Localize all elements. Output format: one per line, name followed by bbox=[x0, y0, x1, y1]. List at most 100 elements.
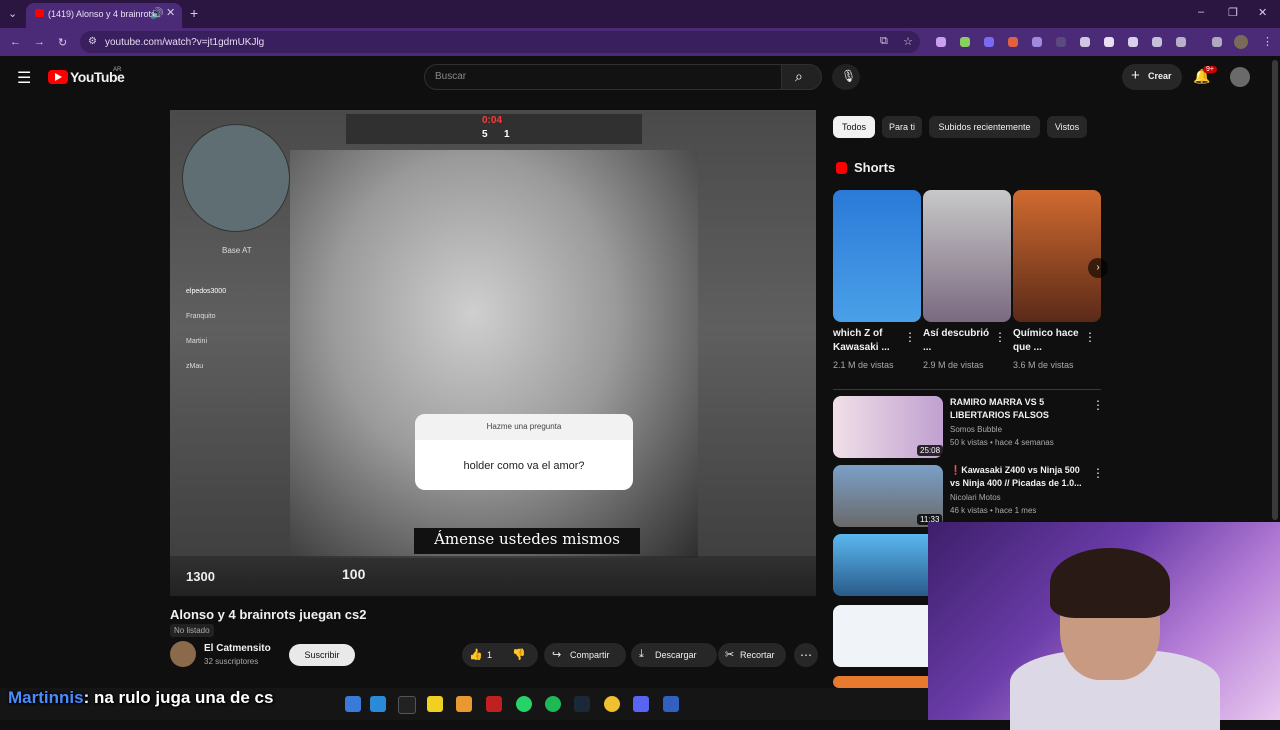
channel-name[interactable]: Somos Bubble bbox=[950, 425, 1002, 434]
video-title[interactable]: RAMIRO MARRA VS 5 LIBERTARIOS FALSOS bbox=[950, 396, 1086, 422]
plus-icon: + bbox=[1131, 67, 1140, 84]
extension-icon[interactable] bbox=[984, 37, 994, 47]
taskbar-app-icon[interactable] bbox=[345, 696, 361, 712]
site-info-icon[interactable]: ⚙ bbox=[88, 36, 97, 47]
account-avatar[interactable] bbox=[1230, 67, 1250, 87]
extension-icon[interactable] bbox=[936, 37, 946, 47]
share-label: Compartir bbox=[570, 650, 610, 660]
minimize-icon[interactable]: – bbox=[1198, 6, 1204, 18]
extension-icon[interactable] bbox=[1152, 37, 1162, 47]
channel-name[interactable]: El Catmensito bbox=[204, 643, 271, 654]
score-left: 5 bbox=[482, 129, 488, 140]
chat-username: Martinnis bbox=[8, 688, 84, 707]
video-meta: 50 k vistas • hace 4 semanas bbox=[950, 438, 1054, 447]
reload-icon[interactable]: ↻ bbox=[58, 36, 67, 49]
steam-icon[interactable] bbox=[574, 696, 590, 712]
reading-list-icon[interactable] bbox=[1212, 37, 1222, 47]
bookmark-star-icon[interactable]: ☆ bbox=[903, 35, 913, 48]
spotify-icon[interactable] bbox=[545, 696, 561, 712]
player-name: zMau bbox=[186, 363, 204, 370]
video-menu-icon[interactable]: ⋮ bbox=[1092, 466, 1104, 480]
video-thumbnail[interactable] bbox=[833, 534, 943, 596]
chrome-icon[interactable] bbox=[604, 696, 620, 712]
short-title[interactable]: which Z of Kawasaki ... bbox=[833, 327, 901, 355]
portrait-photo bbox=[290, 150, 698, 558]
extension-icon[interactable] bbox=[1080, 37, 1090, 47]
game-minimap bbox=[182, 124, 290, 232]
short-thumbnail[interactable] bbox=[923, 190, 1011, 322]
taskbar-app-icon[interactable] bbox=[456, 696, 472, 712]
chip-recent[interactable]: Subidos recientemente bbox=[929, 116, 1040, 138]
puzzle-icon[interactable] bbox=[1176, 37, 1186, 47]
youtube-favicon-icon bbox=[35, 9, 44, 17]
extension-icon[interactable] bbox=[1008, 37, 1018, 47]
short-menu-icon[interactable]: ⋮ bbox=[994, 330, 1006, 344]
back-icon[interactable]: ← bbox=[10, 36, 21, 48]
game-hud: 1300 100 bbox=[170, 556, 816, 596]
chip-todos[interactable]: Todos bbox=[833, 116, 875, 138]
shield-icon[interactable] bbox=[1104, 37, 1114, 47]
whatsapp-icon[interactable] bbox=[516, 696, 532, 712]
scissors-icon: ✂ bbox=[725, 649, 735, 661]
menu-kebab-icon[interactable]: ⋮ bbox=[1262, 35, 1273, 48]
search-button[interactable]: ⌕ bbox=[781, 64, 822, 90]
video-thumbnail[interactable] bbox=[833, 676, 943, 688]
shorts-next-button[interactable]: › bbox=[1088, 258, 1108, 278]
player-name: elpedos3000 bbox=[186, 288, 227, 295]
minimap-label: Base AT bbox=[222, 246, 252, 255]
video-player[interactable]: Base AT elpedos3000 Franquito Martini zM… bbox=[170, 110, 816, 596]
tab-search-icon[interactable]: ⌄ bbox=[8, 7, 17, 20]
forward-icon[interactable]: → bbox=[34, 36, 45, 48]
extension-icon[interactable] bbox=[960, 37, 970, 47]
video-menu-icon[interactable]: ⋮ bbox=[1092, 398, 1104, 412]
subscriber-count: 32 suscriptores bbox=[204, 657, 259, 666]
search-input[interactable]: Buscar bbox=[424, 64, 783, 90]
round-timer: 0:04 bbox=[482, 115, 503, 126]
thumbs-down-icon[interactable]: 👎 bbox=[512, 648, 526, 661]
voice-search-button[interactable]: 🎙 bbox=[832, 64, 860, 90]
extension-icon[interactable] bbox=[1128, 37, 1138, 47]
video-thumbnail[interactable] bbox=[833, 605, 943, 667]
discord-icon[interactable] bbox=[633, 696, 649, 712]
extension-icon[interactable] bbox=[1032, 37, 1042, 47]
channel-name[interactable]: Nicolari Motos bbox=[950, 493, 1001, 502]
terminal-icon[interactable] bbox=[398, 696, 416, 714]
youtube-logo-icon[interactable] bbox=[48, 70, 68, 84]
chip-para-ti[interactable]: Para ti bbox=[882, 116, 922, 138]
hamburger-menu-icon[interactable]: ☰ bbox=[17, 68, 31, 88]
microphone-icon: 🎙 bbox=[841, 69, 857, 83]
cast-icon[interactable]: ⧉ bbox=[880, 35, 888, 48]
close-tab-icon[interactable]: ✕ bbox=[166, 6, 175, 19]
health-value: 100 bbox=[342, 566, 366, 582]
url-text[interactable]: youtube.com/watch?v=jt1gdmUKJlg bbox=[105, 37, 264, 48]
download-label: Descargar bbox=[655, 650, 697, 660]
profile-avatar[interactable] bbox=[1234, 35, 1248, 49]
video-title[interactable]: ❗Kawasaki Z400 vs Ninja 500 vs Ninja 400… bbox=[950, 464, 1086, 490]
country-code: AR bbox=[113, 67, 122, 73]
short-title[interactable]: Químico hace que ... bbox=[1013, 327, 1081, 355]
browser-tab-bar: ⌄ (1419) Alonso y 4 brainrots 🔊 ✕ + – ❐ … bbox=[0, 0, 1280, 28]
short-menu-icon[interactable]: ⋮ bbox=[904, 330, 916, 344]
page-scrollbar[interactable] bbox=[1272, 60, 1278, 520]
close-window-icon[interactable]: ✕ bbox=[1258, 6, 1267, 19]
new-tab-icon[interactable]: + bbox=[190, 5, 198, 21]
short-menu-icon[interactable]: ⋮ bbox=[1084, 330, 1096, 344]
channel-avatar[interactable] bbox=[170, 641, 196, 667]
chip-vistos[interactable]: Vistos bbox=[1047, 116, 1087, 138]
taskbar-app-icon[interactable] bbox=[663, 696, 679, 712]
question-text: holder como va el amor? bbox=[463, 460, 585, 472]
short-thumbnail[interactable] bbox=[1013, 190, 1101, 322]
extension-icon[interactable] bbox=[1056, 37, 1066, 47]
short-title[interactable]: Así descubrió ... bbox=[923, 327, 991, 355]
maximize-icon[interactable]: ❐ bbox=[1228, 6, 1238, 19]
audio-playing-icon[interactable]: 🔊 bbox=[150, 7, 164, 20]
taskbar-app-icon[interactable] bbox=[427, 696, 443, 712]
create-button[interactable]: + Crear bbox=[1122, 64, 1182, 90]
vscode-icon[interactable] bbox=[370, 696, 386, 712]
subscribe-button[interactable]: Suscribir bbox=[289, 644, 355, 666]
filezilla-icon[interactable] bbox=[486, 696, 502, 712]
player-list: elpedos3000 Franquito Martini zMau bbox=[186, 288, 286, 388]
more-actions-button[interactable]: ⋯ bbox=[794, 643, 818, 667]
thumbs-up-icon[interactable]: 👍 bbox=[469, 648, 483, 661]
short-thumbnail[interactable] bbox=[833, 190, 921, 322]
